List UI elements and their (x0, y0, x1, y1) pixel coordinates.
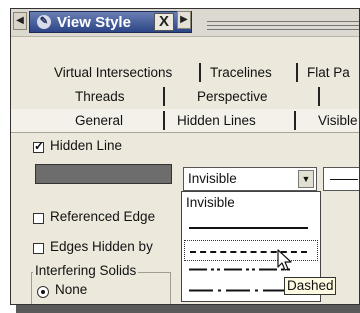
referenced-edges-label: Referenced Edge (50, 209, 156, 224)
scroll-right-button[interactable]: ▶ (177, 11, 191, 29)
linetype-option-solid[interactable] (184, 216, 318, 238)
linetype-option-dashed[interactable] (184, 240, 318, 261)
tab-separator (318, 87, 320, 106)
mouse-pointer-icon (277, 249, 292, 271)
tab-tracelines[interactable]: Tracelines (210, 62, 272, 84)
tab-separator (163, 87, 165, 106)
view-style-window: ◀ ✎ View Style X ▶ Virtual Intersections… (10, 8, 360, 305)
view-style-icon: ✎ (37, 15, 51, 29)
hidden-line-label: Hidden Line (50, 138, 123, 153)
arrow-left-icon: ◀ (16, 15, 24, 26)
scroll-left-button[interactable]: ◀ (13, 12, 27, 30)
title-strip-line (207, 25, 359, 26)
title-strip-line (207, 21, 359, 22)
referenced-edges-checkbox[interactable] (33, 213, 44, 224)
close-tab-button[interactable]: X (154, 13, 174, 31)
none-radio[interactable] (37, 286, 49, 298)
lineweight-combobox[interactable] (323, 167, 359, 191)
title-strip: ◀ ✎ View Style X ▶ (11, 9, 359, 37)
linetype-value: Invisible (188, 171, 237, 186)
tab-flat-pattern[interactable]: Flat Pa (307, 62, 350, 84)
edges-hidden-label: Edges Hidden by (50, 239, 153, 254)
none-label: None (55, 282, 88, 297)
chevron-down-icon[interactable]: ▼ (298, 170, 314, 188)
tab-separator (199, 63, 201, 82)
long-dash-dot-line-icon (189, 289, 295, 292)
arrow-right-icon: ▶ (180, 14, 188, 25)
tooltip-text: Dashed (287, 278, 334, 293)
tab-separator (163, 111, 165, 130)
tab-perspective[interactable]: Perspective (197, 86, 268, 108)
document-tab[interactable]: ✎ View Style X (29, 11, 192, 33)
linetype-tooltip: Dashed (284, 277, 336, 295)
edges-hidden-checkbox[interactable] (33, 243, 44, 254)
lineweight-preview (330, 179, 358, 180)
interfering-solids-title: Interfering Solids (33, 263, 139, 278)
document-tab-title: View Style (57, 14, 131, 31)
tab-hidden-lines[interactable]: Hidden Lines (177, 110, 256, 132)
tab-row-3: General Hidden Lines Visible (11, 109, 359, 133)
tab-separator (294, 111, 296, 130)
linetype-option-invisible[interactable]: Invisible (184, 194, 318, 216)
linetype-combobox[interactable]: Invisible ▼ (183, 167, 317, 191)
tab-virtual-intersections[interactable]: Virtual Intersections (54, 62, 172, 84)
line-color-swatch[interactable] (35, 164, 172, 184)
tab-threads[interactable]: Threads (75, 86, 125, 108)
hidden-line-checkbox[interactable] (33, 139, 44, 153)
title-strip-line (207, 29, 359, 30)
tab-row-2: Threads Perspective (11, 85, 359, 108)
tab-visible[interactable]: Visible (318, 110, 358, 132)
tab-general[interactable]: General (75, 110, 123, 132)
tab-row-1: Virtual Intersections Tracelines Flat Pa (11, 61, 359, 84)
tab-separator (296, 63, 298, 82)
solid-line-icon (189, 227, 308, 229)
